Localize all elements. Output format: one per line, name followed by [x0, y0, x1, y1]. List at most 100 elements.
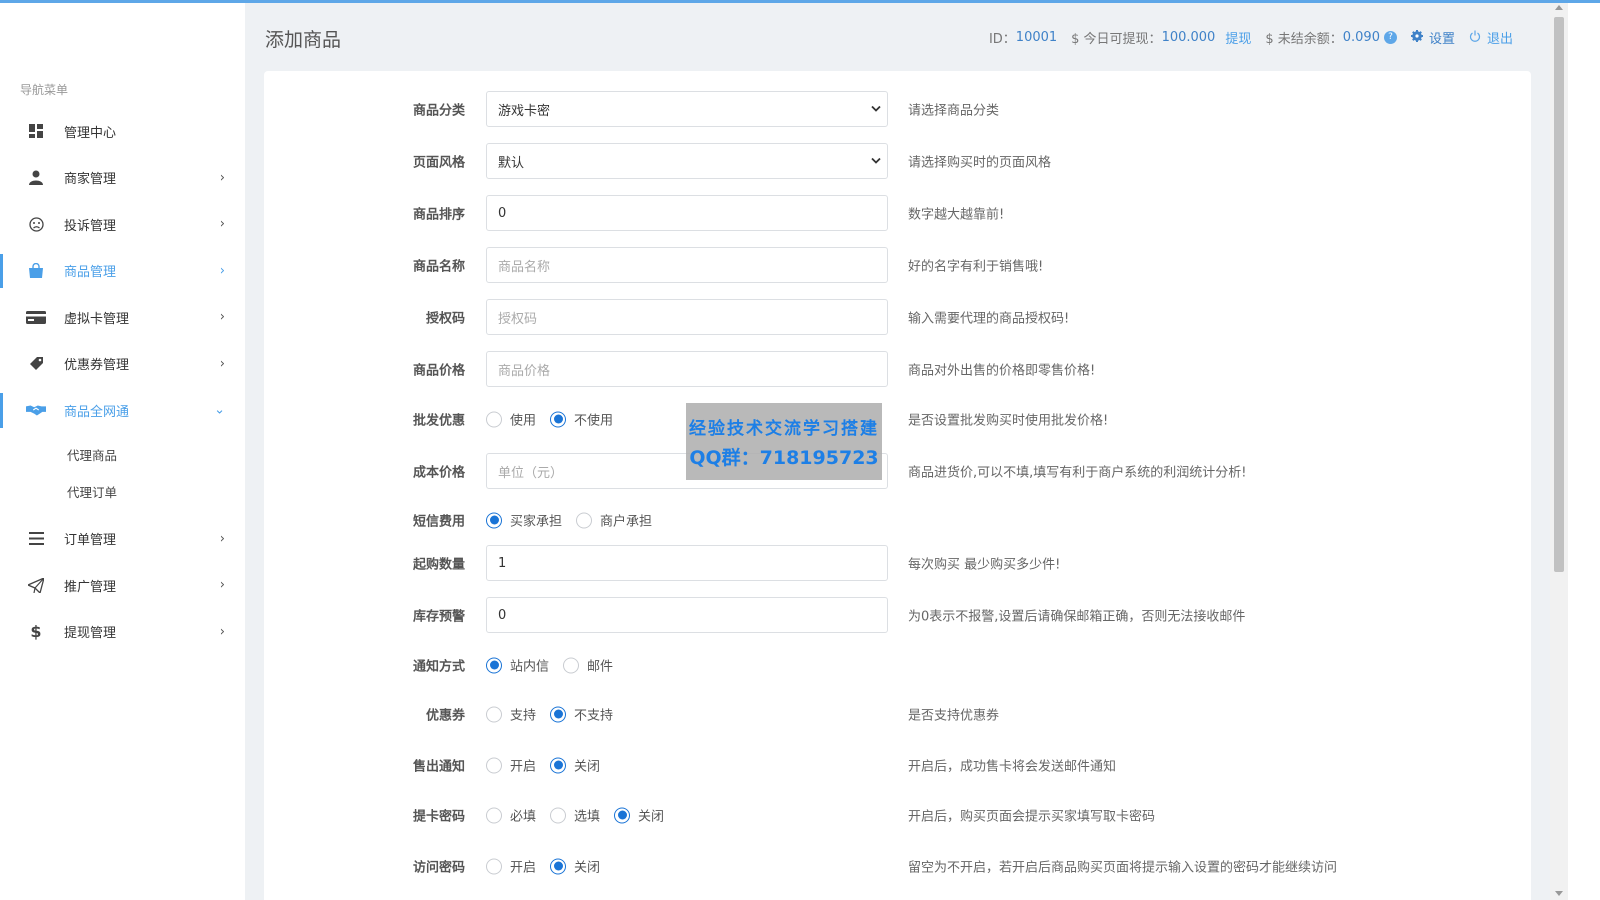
list-icon [26, 529, 46, 549]
nav-menu: 管理中心 商家管理 › 投诉管理 › 商品管理 › 虚拟卡管理 › 优惠券管理 … [0, 108, 245, 655]
chevron-right-icon: › [219, 356, 225, 372]
name-label: 商品名称 [412, 259, 465, 275]
chevron-down-icon [871, 154, 881, 169]
scroll-down-arrow-icon[interactable] [1555, 891, 1563, 896]
sidebar-item-orders[interactable]: 订单管理 › [0, 516, 245, 563]
nav-title: 导航菜单 [20, 83, 69, 97]
notify-radio-internal[interactable]: 站内信 [486, 656, 549, 675]
name-input[interactable]: 商品名称 [486, 247, 888, 283]
watermark-line1: 经验技术交流学习搭建 [689, 418, 879, 439]
withdraw-link[interactable]: 提现 [1225, 28, 1251, 47]
card-pwd-hint: 开启后，购买页面会提示买家填写取卡密码 [908, 809, 1156, 825]
wholesale-radio-nouse[interactable]: 不使用 [550, 410, 613, 429]
style-select[interactable]: 默认 [486, 143, 888, 179]
card-pwd-radio-required[interactable]: 必填 [486, 806, 536, 825]
sidebar-item-products[interactable]: 商品管理 › [0, 248, 245, 295]
sidebar-item-label: 提现管理 [64, 626, 117, 642]
settings-link[interactable]: 设置 [1429, 28, 1455, 47]
sidebar-subitem-agent-orders[interactable]: 代理订单 [0, 473, 245, 510]
row-card-pwd: 提卡密码 必填 选填 关闭 开启后，购买页面会提示买家填写取卡密码 [264, 795, 1531, 835]
sold-notify-hint: 开启后，成功售卡将会发送邮件通知 [908, 759, 1117, 775]
radio-circle[interactable] [486, 757, 502, 773]
notify-radio-email[interactable]: 邮件 [563, 656, 613, 675]
radio-circle[interactable] [550, 706, 567, 722]
radio-circle[interactable] [550, 411, 567, 427]
card-pwd-radio-off[interactable]: 关闭 [614, 806, 664, 825]
sold-notify-label: 售出通知 [412, 759, 465, 775]
withdraw-label: $ 今日可提现： [1071, 32, 1162, 47]
sold-notify-radio-on[interactable]: 开启 [486, 756, 536, 775]
radio-circle[interactable] [486, 512, 502, 528]
sidebar-item-coupons[interactable]: 优惠券管理 › [0, 341, 245, 388]
radio-circle[interactable] [563, 657, 580, 673]
wholesale-radio-use[interactable]: 使用 [486, 410, 536, 429]
chevron-down-icon: ⌄ [214, 402, 225, 418]
watermark-line2: QQ群：718195723 [689, 446, 879, 469]
account-info: ID： 10001 $ 今日可提现： 100.000 提现 $ 未结余额： 0.… [989, 28, 1513, 47]
logout-link[interactable]: 退出 [1487, 28, 1513, 47]
radio-circle[interactable] [486, 657, 502, 673]
radio-label: 站内信 [510, 659, 550, 675]
sidebar-item-label: 管理中心 [64, 125, 117, 141]
radio-circle[interactable] [486, 706, 502, 722]
row-style: 页面风格 默认 请选择购买时的页面风格 [264, 141, 1531, 181]
help-icon[interactable]: ? [1383, 31, 1397, 44]
category-select[interactable]: 游戏卡密 [486, 91, 888, 127]
sms-radio-merchant[interactable]: 商户承担 [576, 511, 652, 530]
sidebar-item-virtual-cards[interactable]: 虚拟卡管理 › [0, 294, 245, 341]
sidebar-item-complaints[interactable]: 投诉管理 › [0, 201, 245, 248]
scroll-up-arrow-icon[interactable] [1555, 5, 1563, 10]
row-category: 商品分类 游戏卡密 请选择商品分类 [264, 89, 1531, 129]
radio-circle[interactable] [614, 807, 631, 823]
sold-notify-radio-off[interactable]: 关闭 [550, 756, 600, 775]
row-coupon: 优惠券 支持 不支持 是否支持优惠券 [264, 694, 1531, 734]
radio-circle[interactable] [550, 757, 567, 773]
scrollbar-thumb[interactable] [1554, 17, 1564, 572]
coupon-radio-support[interactable]: 支持 [486, 705, 536, 724]
card-pwd-radio-optional[interactable]: 选填 [550, 806, 600, 825]
visit-pwd-radio-off[interactable]: 关闭 [550, 857, 600, 876]
row-wholesale: 批发优惠 使用 不使用 是否设置批发购买时使用批发价格! [264, 399, 1531, 439]
price-input[interactable]: 商品价格 [486, 351, 888, 387]
sms-radio-buyer[interactable]: 买家承担 [486, 511, 562, 530]
min-qty-input[interactable]: 1 [486, 545, 888, 581]
radio-label: 关闭 [574, 759, 601, 775]
wholesale-radio-group: 使用 不使用 [486, 410, 627, 429]
radio-label: 选填 [574, 809, 601, 825]
sidebar-item-merchants[interactable]: 商家管理 › [0, 155, 245, 202]
radio-circle[interactable] [550, 807, 567, 823]
price-label: 商品价格 [412, 363, 465, 379]
auth-input[interactable]: 授权码 [486, 299, 888, 335]
cost-hint: 商品进货价,可以不填,填写有利于商户系统的利润统计分析! [908, 465, 1247, 481]
sidebar-item-withdraw[interactable]: $ 提现管理 › [0, 609, 245, 656]
radio-label: 支持 [510, 708, 537, 724]
row-sold-notify: 售出通知 开启 关闭 开启后，成功售卡将会发送邮件通知 [264, 745, 1531, 785]
page-scrollbar[interactable] [1550, 3, 1568, 900]
visit-pwd-radio-on[interactable]: 开启 [486, 857, 536, 876]
radio-label: 必填 [510, 809, 537, 825]
radio-circle[interactable] [576, 512, 593, 528]
radio-circle[interactable] [486, 807, 502, 823]
coupon-radio-nosupport[interactable]: 不支持 [550, 705, 613, 724]
name-hint: 好的名字有利于销售哦! [908, 259, 1044, 275]
user-icon [26, 168, 46, 188]
sort-input[interactable]: 0 [486, 195, 888, 231]
radio-circle[interactable] [486, 411, 502, 427]
sidebar-item-label: 商家管理 [64, 172, 117, 188]
radio-circle[interactable] [486, 858, 502, 874]
form-panel: 商品分类 游戏卡密 请选择商品分类 页面风格 默认 请选择购买时的页面风格 商品… [264, 71, 1531, 900]
unsettled-value: 0.090 [1342, 30, 1380, 45]
radio-circle[interactable] [550, 858, 567, 874]
cost-label: 成本价格 [412, 465, 465, 481]
stock-alert-input[interactable]: 0 [486, 597, 888, 633]
paper-plane-icon [26, 575, 46, 595]
sidebar-item-promotion[interactable]: 推广管理 › [0, 562, 245, 609]
notify-label: 通知方式 [412, 659, 465, 675]
watermark-overlay: 经验技术交流学习搭建 QQ群：718195723 [686, 403, 882, 480]
row-cost: 成本价格 单位（元） 商品进货价,可以不填,填写有利于商户系统的利润统计分析! [264, 451, 1531, 491]
radio-label: 开启 [510, 759, 537, 775]
sidebar-subitem-agent-products[interactable]: 代理商品 [0, 436, 245, 473]
min-qty-hint: 每次购买 最少购买多少件! [908, 557, 1061, 573]
sidebar-item-dashboard[interactable]: 管理中心 [0, 108, 245, 155]
sidebar-item-network[interactable]: 商品全网通 ⌄ [0, 387, 245, 434]
